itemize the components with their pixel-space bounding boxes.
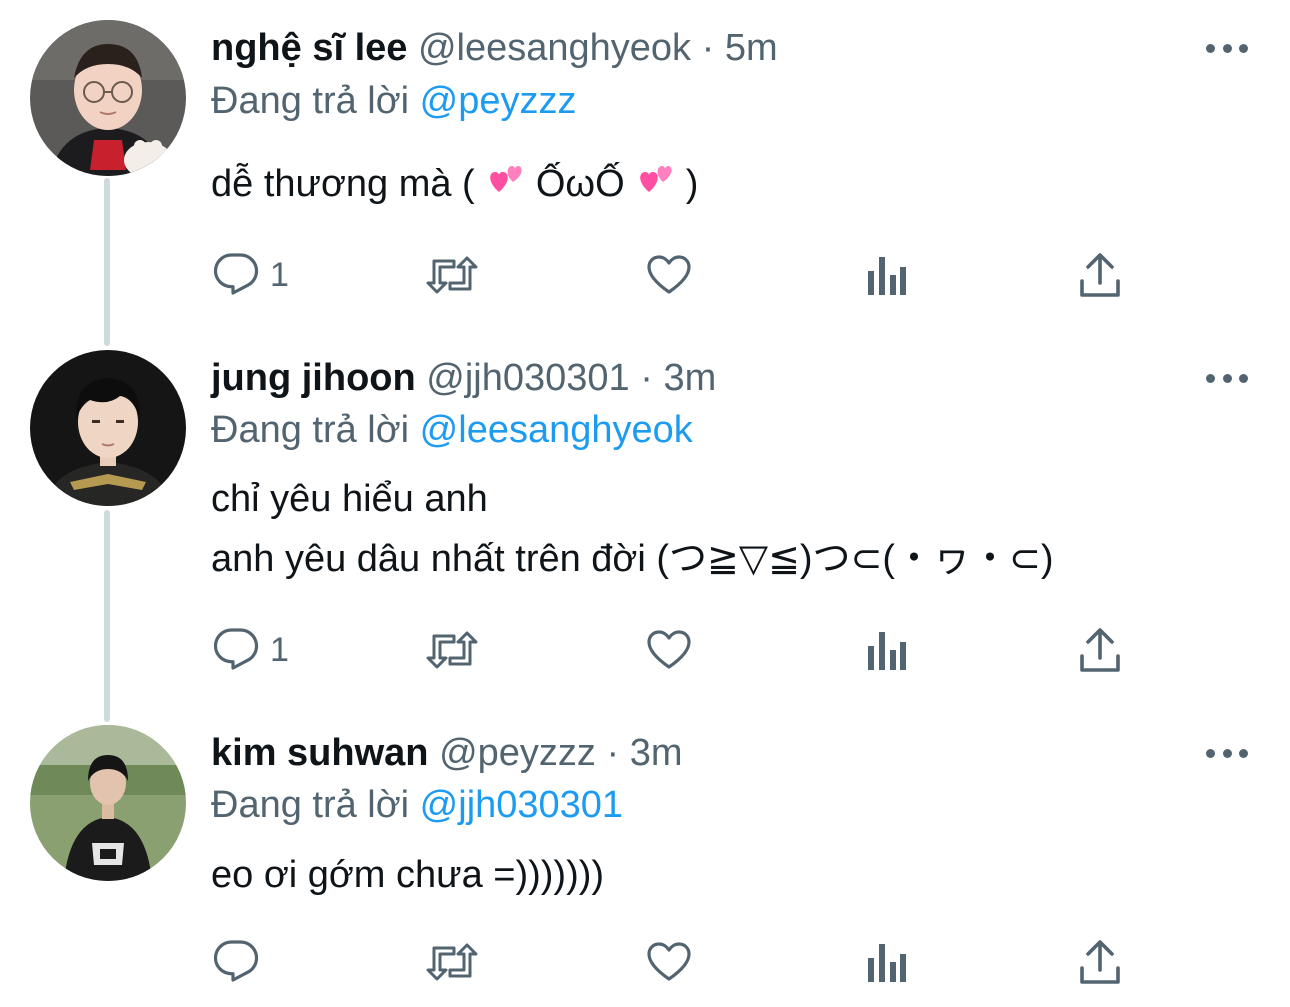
action-bar xyxy=(212,937,1132,987)
reply-count: 1 xyxy=(270,255,289,294)
like-icon xyxy=(644,626,694,674)
like-icon xyxy=(644,938,694,986)
handle[interactable]: @peyzzz xyxy=(439,732,596,774)
tweet-text-segment: ) xyxy=(675,163,699,205)
replying-to-label: Đang trả lời xyxy=(211,784,410,826)
tweet-text-line: anh yêu dâu nhất trên đời (つ≧▽≦)つ⊂(・ヮ・⊂) xyxy=(211,538,1054,580)
tweet-header: nghệ sĩ lee @leesanghyeok · 5m xyxy=(211,25,778,71)
two-hearts-emoji-icon xyxy=(635,156,675,216)
retweet-button[interactable] xyxy=(424,937,480,987)
replying-to-mention[interactable]: @jjh030301 xyxy=(420,784,623,826)
retweet-icon xyxy=(424,938,480,986)
reply-button[interactable]: 1 xyxy=(212,625,289,675)
retweet-icon xyxy=(424,626,480,674)
replying-to-label: Đang trả lời xyxy=(211,80,410,122)
share-icon xyxy=(1078,251,1122,299)
handle[interactable]: @leesanghyeok xyxy=(418,27,691,69)
tweet-text-segment: Ố xyxy=(525,163,566,205)
display-name[interactable]: jung jihoon xyxy=(211,357,416,399)
display-name[interactable]: nghệ sĩ lee xyxy=(211,27,407,69)
separator: · xyxy=(640,357,653,399)
timestamp[interactable]: 5m xyxy=(725,27,778,69)
separator: · xyxy=(606,732,620,774)
timestamp[interactable]: 3m xyxy=(630,732,683,774)
avatar[interactable] xyxy=(30,350,186,506)
like-button[interactable] xyxy=(644,625,694,675)
action-bar: 1 xyxy=(212,250,1132,300)
like-button[interactable] xyxy=(644,937,694,987)
retweet-icon xyxy=(424,251,480,299)
replying-to: Đang trả lời @jjh030301 xyxy=(211,782,623,828)
views-button[interactable] xyxy=(864,625,908,675)
tweet-header: kim suhwan @peyzzz · 3m xyxy=(211,730,682,776)
avatar[interactable] xyxy=(30,725,186,881)
reply-icon xyxy=(212,251,260,299)
share-button[interactable] xyxy=(1078,625,1122,675)
views-icon xyxy=(864,626,908,674)
reply-button[interactable] xyxy=(212,937,270,987)
tweet[interactable]: nghệ sĩ lee @leesanghyeok · 5m Đang trả … xyxy=(0,0,1290,330)
tweet[interactable]: jung jihoon @jjh030301 · 3m Đang trả lời… xyxy=(0,340,1290,700)
views-button[interactable] xyxy=(864,937,908,987)
like-button[interactable] xyxy=(644,250,694,300)
replying-to: Đang trả lời @peyzzz xyxy=(211,78,577,124)
share-button[interactable] xyxy=(1078,937,1122,987)
tweet-text: chỉ yêu hiểu anh anh yêu dâu nhất trên đ… xyxy=(211,469,1054,589)
more-icon[interactable] xyxy=(1206,42,1248,54)
tweet-text-line: eo ơi gớm chưa =))))))) xyxy=(211,854,605,896)
tweet-text-line: chỉ yêu hiểu anh xyxy=(211,478,488,520)
share-icon xyxy=(1078,626,1122,674)
handle[interactable]: @jjh030301 xyxy=(426,357,629,399)
tweet-text: eo ơi gớm chưa =))))))) xyxy=(211,845,604,905)
share-button[interactable] xyxy=(1078,250,1122,300)
like-icon xyxy=(644,251,694,299)
replying-to-mention[interactable]: @leesanghyeok xyxy=(420,409,693,451)
views-icon xyxy=(864,938,908,986)
action-bar: 1 xyxy=(212,625,1132,675)
tweet-text-segment: ω xyxy=(565,163,596,205)
timestamp[interactable]: 3m xyxy=(663,357,716,399)
share-icon xyxy=(1078,938,1122,986)
two-hearts-emoji-icon xyxy=(485,156,525,216)
avatar[interactable] xyxy=(30,20,186,176)
tweet-text: dễ thương mà ( ỐωỐ ) xyxy=(211,154,698,216)
tweet-text-segment: dễ thương mà ( xyxy=(211,163,486,205)
display-name[interactable]: kim suhwan xyxy=(211,732,429,774)
tweet[interactable]: kim suhwan @peyzzz · 3m Đang trả lời @jj… xyxy=(0,715,1290,1007)
more-icon[interactable] xyxy=(1206,372,1248,384)
more-icon[interactable] xyxy=(1206,747,1248,759)
retweet-button[interactable] xyxy=(424,625,480,675)
replying-to-label: Đang trả lời xyxy=(211,409,410,451)
reply-icon xyxy=(212,938,260,986)
reply-button[interactable]: 1 xyxy=(212,250,289,300)
tweet-text-segment: Ố xyxy=(595,163,636,205)
tweet-header: jung jihoon @jjh030301 · 3m xyxy=(211,355,716,401)
retweet-button[interactable] xyxy=(424,250,480,300)
views-button[interactable] xyxy=(864,250,908,300)
reply-count: 1 xyxy=(270,630,289,669)
reply-icon xyxy=(212,626,260,674)
separator: · xyxy=(701,27,715,69)
replying-to: Đang trả lời @leesanghyeok xyxy=(211,407,693,453)
replying-to-mention[interactable]: @peyzzz xyxy=(420,80,577,122)
views-icon xyxy=(864,251,908,299)
